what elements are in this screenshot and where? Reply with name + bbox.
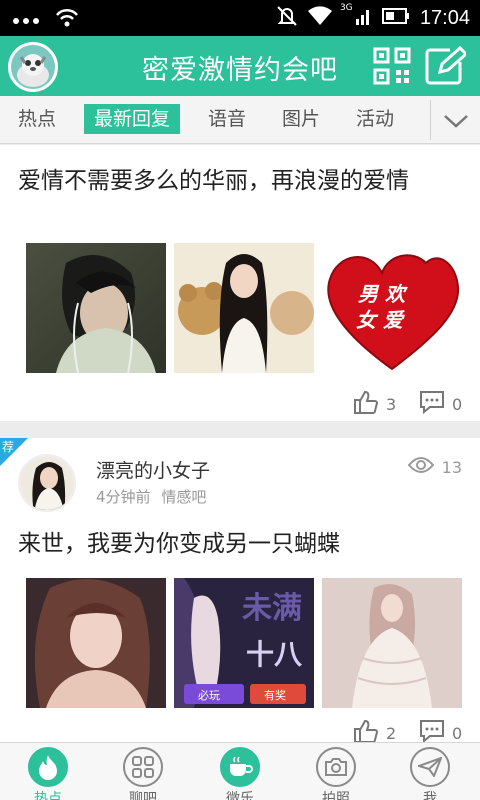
author-name[interactable]: 漂亮的小女子: [96, 456, 210, 483]
comment-button[interactable]: 0: [418, 389, 462, 419]
cell-signal-icon: 3G: [340, 3, 372, 31]
nav-weile-label: 微乐: [226, 791, 254, 800]
tab-hot[interactable]: 热点: [14, 104, 60, 134]
tab-latest-reply[interactable]: 最新回复: [84, 104, 180, 134]
post-image[interactable]: 未满 十八 必玩 有奖: [174, 578, 314, 708]
qr-code-icon: [372, 47, 412, 90]
nav-camera[interactable]: 拍照: [306, 747, 366, 800]
tab-voice[interactable]: 语音: [204, 104, 250, 134]
grid-icon: [123, 747, 163, 787]
forum-avatar[interactable]: [8, 42, 58, 92]
tab-image[interactable]: 图片: [278, 104, 324, 134]
image-ad-text: 未满: [242, 591, 302, 626]
comment-count: 0: [452, 723, 463, 743]
new-post-button[interactable]: [424, 45, 469, 86]
view-count-value: 13: [441, 457, 462, 477]
tab-activity[interactable]: 活动: [352, 104, 398, 134]
nav-hot[interactable]: 热点: [18, 747, 78, 800]
forum-link[interactable]: 情感吧: [161, 488, 206, 506]
comment-icon: [418, 389, 446, 419]
post-card[interactable]: 荐 漂亮的小女子 4分钟前 情感吧 13 来世，我要为你变成另一只蝴蝶 未满 十…: [0, 438, 480, 744]
qr-code-button[interactable]: [372, 46, 412, 86]
edit-icon: [424, 45, 469, 90]
paper-plane-icon: [410, 747, 450, 787]
page-title: 密爱激情约会吧: [142, 55, 338, 86]
author-avatar[interactable]: [18, 454, 76, 512]
image-caption-line2: 女 爱: [356, 308, 405, 332]
nav-camera-label: 拍照: [322, 791, 350, 800]
post-title[interactable]: 来世，我要为你变成另一只蝴蝶: [18, 528, 468, 561]
coffee-cup-icon: [220, 747, 260, 787]
nav-chat-forum[interactable]: 聊吧: [113, 747, 173, 800]
category-tabs: 热点 最新回复 语音 图片 活动: [0, 96, 480, 144]
more-dots-icon: [12, 10, 40, 29]
signal-loop-icon: [54, 6, 80, 32]
nav-weile[interactable]: 微乐: [210, 747, 270, 800]
chevron-down-icon: [431, 115, 480, 144]
image-ad-button2: 有奖: [264, 688, 286, 702]
mute-icon: [276, 5, 298, 31]
camera-icon: [316, 747, 356, 787]
wifi-icon: [307, 6, 332, 30]
tabs-expand-button[interactable]: [430, 100, 480, 140]
comment-count: 0: [452, 394, 463, 414]
status-time: 17:04: [419, 6, 470, 29]
thumbs-up-icon: [352, 389, 380, 419]
forum-header: 密爱激情约会吧: [0, 36, 480, 96]
image-ad-button1: 必玩: [198, 689, 220, 702]
eye-icon: [407, 456, 434, 478]
like-button[interactable]: 3: [352, 389, 396, 419]
battery-icon: [381, 8, 410, 28]
bottom-nav: 热点 聊吧 微乐 拍照 我: [0, 742, 480, 800]
post-title[interactable]: 爱情不需要多么的华丽，再浪漫的爱情: [18, 165, 468, 198]
nav-hot-label: 热点: [34, 791, 62, 800]
post-image[interactable]: [174, 243, 314, 373]
post-card[interactable]: 爱情不需要多么的华丽，再浪漫的爱情 男 欢 女 爱 3 0: [0, 145, 480, 421]
post-meta: 4分钟前 情感吧: [96, 486, 206, 507]
nav-me[interactable]: 我: [400, 747, 460, 800]
like-count: 3: [386, 394, 397, 414]
like-count: 2: [386, 723, 397, 743]
post-image[interactable]: [322, 578, 462, 708]
recommend-badge-label: 荐: [2, 440, 15, 454]
status-bar: 3G 17:04: [0, 0, 480, 36]
view-count: 13: [407, 456, 462, 478]
post-time: 4分钟前: [96, 488, 151, 506]
nav-chat-forum-label: 聊吧: [129, 791, 157, 800]
image-caption-line1: 男 欢: [358, 282, 408, 306]
image-ad-subtext: 十八: [246, 638, 303, 671]
nav-me-label: 我: [423, 791, 437, 800]
flame-icon: [28, 747, 68, 787]
post-image[interactable]: 男 欢 女 爱: [322, 243, 462, 373]
post-image[interactable]: [26, 578, 166, 708]
post-image[interactable]: [26, 243, 166, 373]
